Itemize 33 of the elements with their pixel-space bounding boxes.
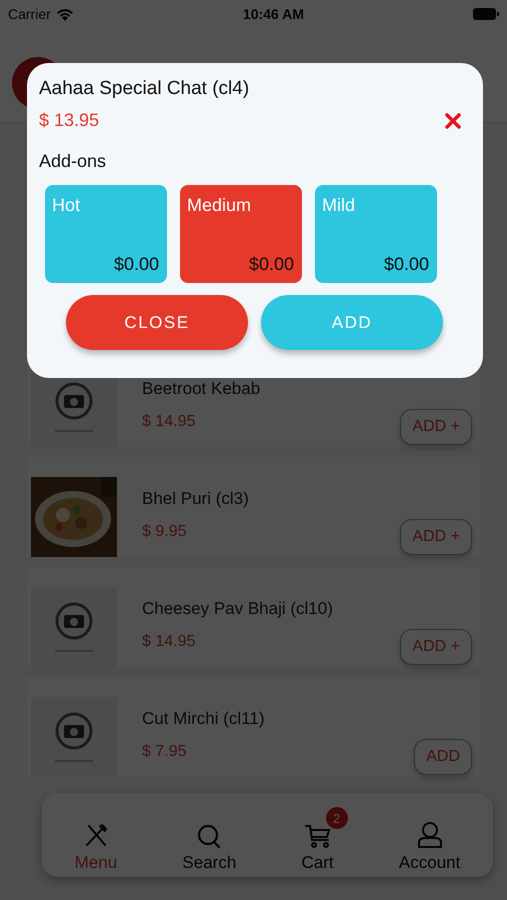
- item-name: Bhel Puri (cl3): [142, 489, 250, 509]
- account-icon: [416, 821, 443, 849]
- close-button[interactable]: CLOSE: [66, 295, 248, 350]
- add-button[interactable]: ADD: [261, 295, 443, 350]
- close-icon[interactable]: [445, 112, 461, 128]
- dialog-title: Aahaa Special Chat (cl4): [39, 78, 250, 100]
- nav-tab[interactable]: Cart 2: [288, 807, 348, 877]
- search-icon: [196, 823, 222, 849]
- battery-icon: [472, 8, 499, 20]
- add-button[interactable]: ADD +: [400, 629, 472, 665]
- nav-tab[interactable]: Menu: [60, 807, 132, 877]
- cart-icon: [304, 823, 332, 849]
- dialog-price: $ 13.95: [39, 110, 100, 131]
- item-price: $ 14.95: [142, 633, 196, 651]
- nav-tab[interactable]: Search: [168, 807, 250, 877]
- addons-label: Add-ons: [39, 151, 108, 172]
- add-button[interactable]: ADD +: [400, 519, 472, 555]
- item-name: Beetroot Kebab: [142, 379, 262, 399]
- wifi-icon: [56, 8, 74, 20]
- item-price: $ 14.95: [142, 413, 196, 431]
- add-button[interactable]: ADD +: [400, 409, 472, 445]
- addon-option[interactable]: Medium $0.00: [180, 185, 302, 283]
- add-button[interactable]: ADD: [414, 739, 472, 775]
- item-price: $ 9.95: [142, 523, 188, 541]
- item-name: Cheesey Pav Bhaji (cl10): [142, 599, 334, 619]
- cart-badge: 2: [326, 807, 348, 829]
- addon-option[interactable]: Mild $0.00: [315, 185, 437, 283]
- nav-tab[interactable]: Account: [384, 805, 474, 877]
- status-time: 10:46 AM: [242, 6, 304, 22]
- addon-option[interactable]: Hot $0.00: [45, 185, 167, 283]
- carrier-label: Carrier: [8, 6, 51, 22]
- item-name: Cut Mirchi (cl11): [142, 709, 266, 729]
- item-price: $ 7.95: [142, 743, 188, 761]
